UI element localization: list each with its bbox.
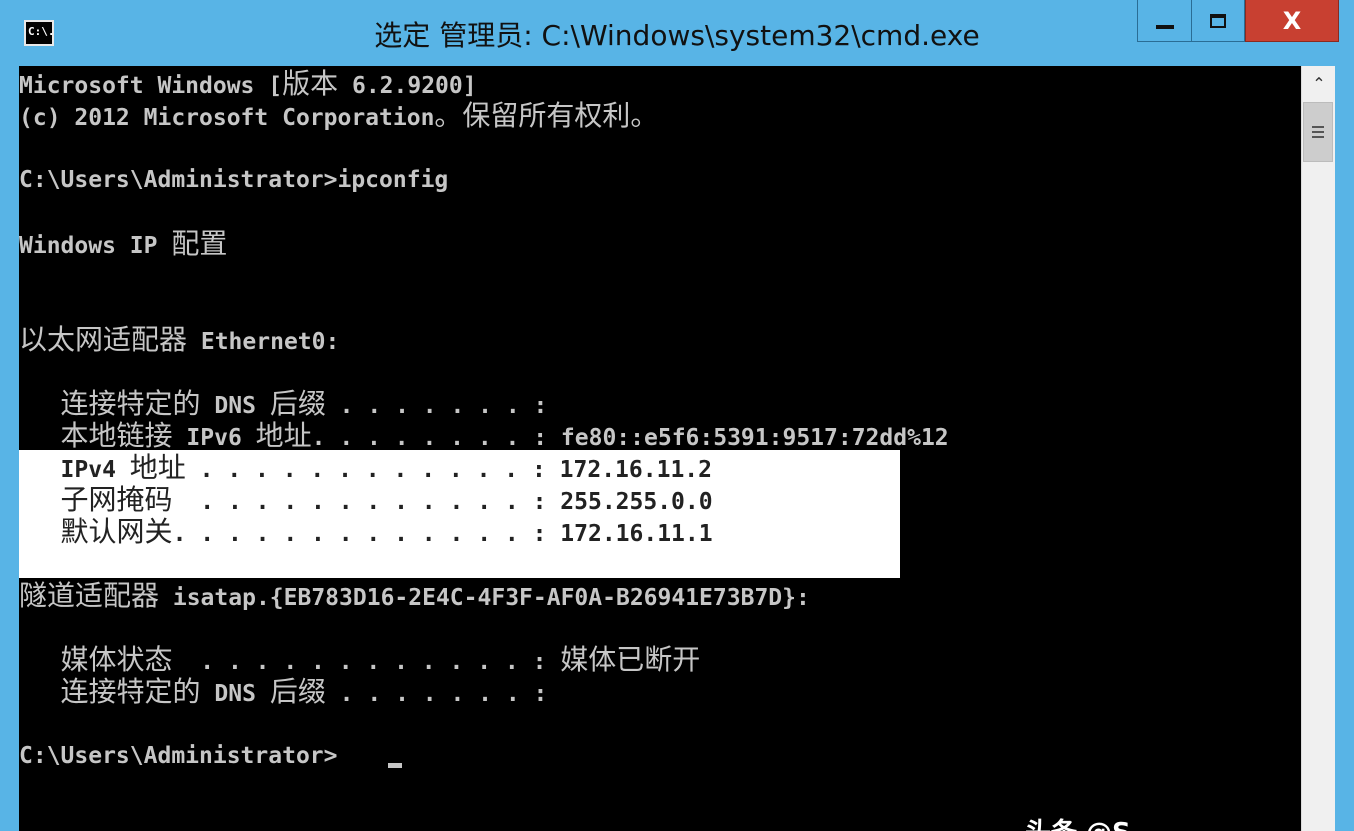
- console-line: 连接特定的 DNS 后缀 . . . . . . . :: [60, 675, 548, 708]
- console-line: 媒体状态 . . . . . . . . . . . . : 媒体已断开: [60, 643, 701, 676]
- minimize-button[interactable]: [1137, 0, 1191, 42]
- console-prompt[interactable]: C:\Users\Administrator>: [19, 740, 338, 772]
- close-icon: X: [1282, 6, 1302, 35]
- grip-icon: [1312, 131, 1324, 133]
- minimize-icon: [1155, 24, 1174, 29]
- watermark: 头条 @S: [1025, 812, 1131, 831]
- text-cursor: [388, 763, 402, 768]
- scroll-thumb[interactable]: [1303, 102, 1333, 162]
- console-line-gateway: 默认网关. . . . . . . . . . . . . : 172.16.1…: [60, 515, 713, 548]
- close-button[interactable]: X: [1245, 0, 1339, 42]
- console-output[interactable]: Microsoft Windows [版本 6.2.9200] (c) 2012…: [19, 66, 1301, 831]
- console-line: 以太网适配器 Ethernet0:: [19, 323, 340, 356]
- title-bar[interactable]: C:\. 选定 管理员: C:\Windows\system32\cmd.exe…: [0, 0, 1354, 66]
- console-line-subnet: 子网掩码 . . . . . . . . . . . . : 255.255.0…: [60, 483, 713, 516]
- maximize-button[interactable]: [1191, 0, 1245, 42]
- console-line: C:\Users\Administrator>ipconfig: [19, 167, 449, 193]
- console-line: Microsoft Windows [版本 6.2.9200]: [19, 67, 477, 100]
- console-line: Windows IP 配置: [19, 227, 228, 260]
- scroll-up-icon[interactable]: ⌃: [1302, 66, 1336, 100]
- maximize-icon: [1210, 13, 1226, 28]
- vertical-scrollbar[interactable]: ⌃: [1301, 66, 1336, 831]
- console-line: 本地链接 IPv6 地址. . . . . . . . : fe80::e5f6…: [60, 419, 949, 452]
- window-title-text: 选定 管理员: C:\Windows\system32\cmd.exe: [374, 19, 980, 52]
- window-right-border: [1335, 66, 1354, 831]
- window-left-border: [0, 66, 19, 831]
- cmd-window: C:\. 选定 管理员: C:\Windows\system32\cmd.exe…: [0, 0, 1354, 831]
- console-line-ipv4: IPv4 地址 . . . . . . . . . . . . : 172.16…: [19, 451, 712, 484]
- console-line: (c) 2012 Microsoft Corporation。保留所有权利。: [19, 99, 659, 132]
- console-line: 隧道适配器 isatap.{EB783D16-2E4C-4F3F-AF0A-B2…: [19, 579, 810, 612]
- console-line: 连接特定的 DNS 后缀 . . . . . . . :: [60, 387, 548, 420]
